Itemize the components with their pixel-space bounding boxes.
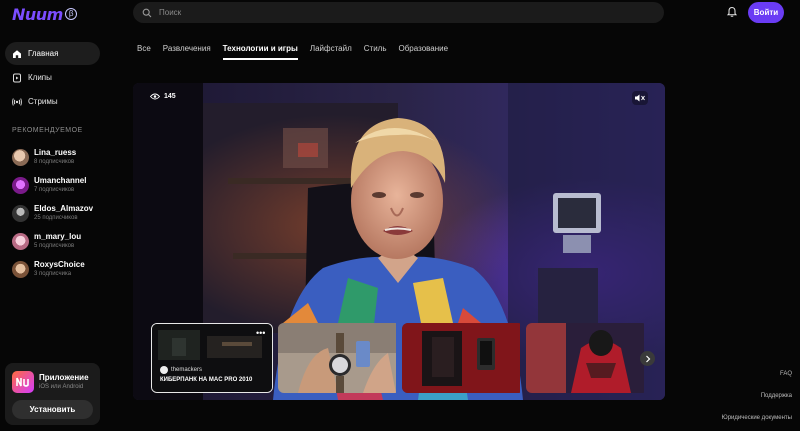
subscriber-count: 8 подписчиков: [34, 159, 75, 165]
avatar: [12, 149, 29, 166]
subscriber-count: 7 подписчиков: [34, 187, 75, 193]
login-button[interactable]: Войти: [748, 2, 784, 23]
sidebar-nav: Главная Клипы Стримы: [5, 42, 100, 114]
channel-name: themackers: [171, 367, 203, 373]
tab-lifestyle[interactable]: Лайфстайл: [310, 40, 352, 60]
sidebar-item-label: Главная: [28, 49, 59, 58]
carousel-item[interactable]: [278, 323, 400, 393]
thumbnail-image: [278, 323, 396, 393]
sidebar-item-home[interactable]: Главная: [5, 42, 100, 65]
bell-icon[interactable]: [726, 6, 738, 18]
sidebar-item-clips[interactable]: Клипы: [5, 66, 100, 89]
nuum-logo[interactable]: Nuum β: [12, 2, 78, 26]
app-title: Приложение: [39, 373, 89, 382]
channel-name: Eldos_Almazov: [34, 204, 94, 213]
logo-text: Nuum: [12, 4, 63, 24]
channel-name: RoxysChoice: [34, 260, 85, 269]
app-icon: [12, 371, 34, 393]
more-options-icon[interactable]: •••: [256, 328, 265, 338]
home-icon: [13, 49, 21, 58]
carousel-next-button[interactable]: [640, 351, 655, 366]
recommended-channel[interactable]: m_mary_lou 5 подписчиков: [12, 228, 122, 255]
footer-links: FAQ Поддержка Юридические документы: [722, 371, 792, 431]
avatar: [12, 177, 29, 194]
carousel-item-active[interactable]: ••• themackers КИБЕРПАНК НА MAC PRO 2010: [151, 323, 273, 393]
install-button[interactable]: Установить: [12, 400, 93, 419]
avatar: [12, 261, 29, 278]
recommended-list: Lina_ruess 8 подписчиков Umanchannel 7 под…: [12, 144, 122, 284]
sidebar-item-streams[interactable]: Стримы: [5, 90, 100, 113]
channel-name: m_mary_lou: [34, 232, 82, 241]
recommended-channel[interactable]: Lina_ruess 8 подписчиков: [12, 144, 122, 171]
tab-education[interactable]: Образование: [399, 40, 449, 60]
recommended-channel[interactable]: Umanchannel 7 подписчиков: [12, 172, 122, 199]
recommended-channel[interactable]: Eldos_Almazov 25 подписчиков: [12, 200, 122, 227]
subscriber-count: 3 подписчика: [34, 271, 72, 277]
carousel-item[interactable]: [402, 323, 524, 393]
thumbnail-title: КИБЕРПАНК НА MAC PRO 2010: [160, 377, 253, 383]
footer-link-legal[interactable]: Юридические документы: [722, 415, 792, 431]
channel-avatar: [160, 366, 168, 374]
streams-icon: [12, 97, 22, 106]
view-counter: 145: [150, 93, 176, 100]
search-input[interactable]: [159, 8, 639, 17]
clips-icon: [13, 73, 21, 82]
nuum-app-logo-icon: [16, 377, 29, 387]
subscriber-count: 25 подписчиков: [34, 215, 78, 221]
thumbnail-image: [526, 323, 644, 393]
thumbnail-image: [402, 323, 520, 393]
avatar: [12, 205, 29, 222]
search-icon: [142, 8, 152, 17]
recommended-heading: РЕКОМЕНДУЕМОЕ: [12, 127, 83, 134]
footer-link-faq[interactable]: FAQ: [722, 371, 792, 393]
tab-style[interactable]: Стиль: [364, 40, 387, 60]
eye-icon: [150, 93, 160, 100]
chevron-right-icon: [645, 355, 650, 362]
tab-tech-and-games[interactable]: Технологии и игры: [222, 40, 298, 60]
app-promo-card: Приложение iOS или Android Установить: [5, 363, 100, 425]
sidebar-item-label: Клипы: [28, 73, 52, 82]
beta-badge: β: [64, 8, 78, 20]
thumbnail-channel: themackers: [160, 366, 202, 374]
footer-link-support[interactable]: Поддержка: [722, 393, 792, 415]
recommended-channel[interactable]: RoxysChoice 3 подписчика: [12, 256, 122, 283]
mute-icon[interactable]: [632, 91, 648, 105]
carousel-item[interactable]: [526, 323, 648, 393]
view-count: 145: [164, 93, 176, 100]
app-subtitle: iOS или Android: [39, 384, 84, 390]
channel-name: Umanchannel: [34, 176, 87, 185]
search-bar[interactable]: [133, 2, 664, 23]
tab-entertainment[interactable]: Развлечения: [163, 40, 211, 60]
category-tabs: Все Развлечения Технологии и игры Лайфст…: [137, 40, 460, 60]
subscriber-count: 5 подписчиков: [34, 243, 75, 249]
avatar: [12, 233, 29, 250]
sidebar-item-label: Стримы: [28, 97, 58, 106]
tab-all[interactable]: Все: [137, 40, 151, 60]
channel-name: Lina_ruess: [34, 148, 77, 157]
